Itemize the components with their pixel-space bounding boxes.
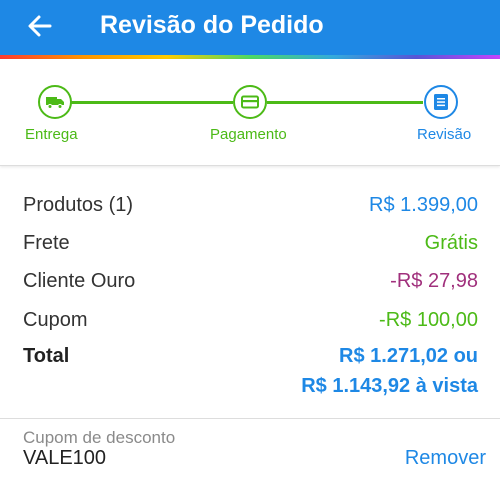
app-header: Revisão do Pedido [0,0,500,55]
total-value-installments: R$ 1.271,02 ou [339,345,478,367]
step-connector-1 [69,101,233,104]
page-title: Revisão do Pedido [100,11,324,39]
summary-value: R$ 1.399,00 [369,194,478,216]
arrow-left-icon [28,15,52,37]
summary-value: -R$ 100,00 [379,309,478,331]
document-icon [434,94,448,110]
step-entrega[interactable] [38,85,72,119]
summary-row-total: Total R$ 1.271,02 ou R$ 1.143,92 à vista [23,341,478,403]
total-value-cash: R$ 1.143,92 à vista [301,375,478,397]
summary-label: Frete [23,232,70,254]
summary-label: Produtos (1) [23,194,134,216]
step-revisao[interactable] [424,85,458,119]
truck-icon [46,97,64,109]
coupon-divider [0,418,500,419]
credit-card-icon [241,95,259,109]
step-label-entrega: Entrega [25,126,78,143]
remove-coupon-button[interactable]: Remover [405,447,486,470]
summary-label: Cliente Ouro [23,270,136,292]
step-label-pagamento: Pagamento [210,126,287,143]
checkout-stepper: Entrega Pagamento Revisão [0,59,500,166]
coupon-code: VALE100 [23,447,107,469]
total-label: Total [23,345,70,367]
back-button[interactable] [24,10,56,42]
step-label-revisao: Revisão [417,126,472,143]
summary-value: Grátis [424,232,478,254]
step-pagamento[interactable] [233,85,267,119]
summary-label: Cupom [23,309,88,331]
step-connector-2 [267,101,423,104]
coupon-label: Cupom de desconto [23,428,176,447]
summary-value: -R$ 27,98 [390,270,478,292]
